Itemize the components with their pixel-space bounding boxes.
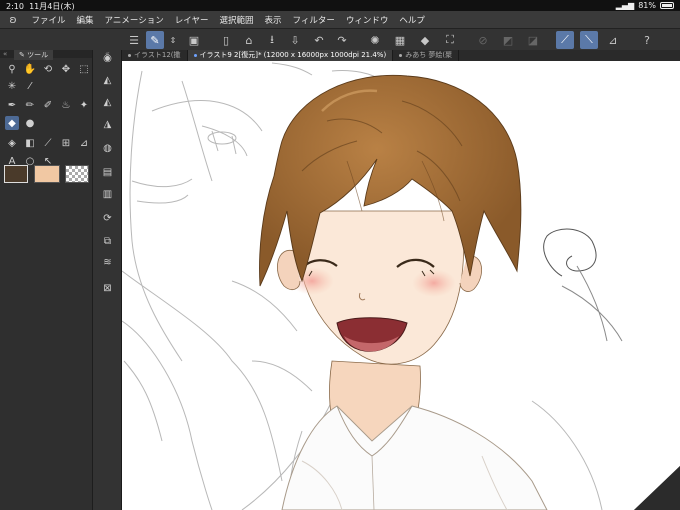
figure-icon[interactable]: ⟋ — [41, 136, 55, 150]
tool-palette: « ✎ ツール ⚲ ✋ ⟲ ✥ ⬚ ✳ ⁄ ✒ ✏ ✐ ♨ ✦ ◆ ● ◈ ◧ … — [0, 50, 93, 510]
pen-icon[interactable]: ✒ — [5, 98, 19, 112]
menu-selection[interactable]: 選択範囲 — [214, 14, 259, 26]
fill-layer-icon[interactable]: ◭ — [99, 94, 116, 110]
doc-tab-label: イラスト9 2[復元]* (12000 x 16000px 1000dpi 21… — [199, 51, 387, 59]
menu-layer[interactable]: レイヤー — [169, 14, 214, 26]
sub-color-swatch[interactable] — [34, 165, 60, 183]
bucket-icon[interactable]: ◭ — [99, 72, 116, 88]
menu-animation[interactable]: アニメーション — [99, 14, 169, 26]
clear-layer-icon[interactable]: ◮ — [99, 116, 116, 132]
fill-tool-icon[interactable]: ◈ — [5, 136, 19, 150]
decoration-icon[interactable]: ✦ — [77, 98, 91, 112]
help-icon[interactable]: ? — [638, 31, 656, 49]
navigator-icon[interactable]: ◉ — [99, 50, 116, 66]
blend-icon[interactable]: ● — [23, 116, 37, 130]
new-file-icon[interactable]: ▯ — [217, 31, 235, 49]
redo-icon[interactable]: ↷ — [333, 31, 351, 49]
refresh-icon[interactable]: ⟳ — [99, 210, 116, 226]
layers-icon[interactable]: ≋ — [99, 254, 116, 270]
eyedropper-icon[interactable]: ⁄ — [23, 79, 37, 93]
menu-view[interactable]: 表示 — [259, 14, 287, 26]
doc-tab-3[interactable]: みあち 夢絵(聚 — [393, 50, 460, 61]
subview-icon[interactable]: ▤ — [99, 164, 116, 180]
menu-window[interactable]: ウィンドウ — [340, 14, 394, 26]
doc-tab-2[interactable]: イラスト9 2[復元]* (12000 x 16000px 1000dpi 21… — [187, 50, 394, 61]
status-right: ▂▄▆ 81% — [616, 1, 674, 10]
menu-help[interactable]: ヘルプ — [394, 14, 431, 26]
grid-snap-icon[interactable]: ⊿ — [604, 31, 622, 49]
hand-icon[interactable]: ✋ — [23, 62, 37, 76]
undo-icon[interactable]: ↶ — [310, 31, 328, 49]
invert-selection-icon[interactable]: ◩ — [499, 31, 517, 49]
select-rect-icon[interactable]: ⬚ — [77, 62, 91, 76]
wifi-icon: ▂▄▆ — [615, 1, 635, 10]
color-set-icon[interactable]: ◍ — [99, 140, 116, 156]
status-bar: 2:10 11月4日(木) ▂▄▆ 81% — [0, 0, 680, 11]
close-panel-icon[interactable]: ⊠ — [99, 280, 116, 296]
transform-icon[interactable]: ⛶ — [441, 31, 459, 49]
move-icon[interactable]: ✥ — [59, 62, 73, 76]
main-color-swatch[interactable] — [4, 165, 28, 183]
fill-icon[interactable]: ◆ — [416, 31, 434, 49]
drawing-canvas[interactable] — [122, 61, 680, 510]
menu-edit[interactable]: 編集 — [71, 14, 99, 26]
status-date: 11月4日(木) — [29, 2, 75, 11]
palette-tab[interactable]: ✎ ツール — [14, 50, 54, 60]
gradient-icon[interactable]: ◧ — [23, 136, 37, 150]
clear-icon[interactable]: ✺ — [366, 31, 384, 49]
menu-filter[interactable]: フィルター — [287, 14, 340, 26]
deselect-icon[interactable]: ⊘ — [474, 31, 492, 49]
palette-tab-label: ツール — [27, 51, 49, 59]
command-column: « ◉ ◭ ◭ ◮ ◍ ▤ ▥ ⟳ ⧉ ≋ ⊠ — [93, 49, 122, 510]
menu-bar: ʚ ファイル 編集 アニメーション レイヤー 選択範囲 表示 フィルター ウィン… — [0, 11, 680, 28]
clear-outside-icon[interactable]: ▦ — [391, 31, 409, 49]
transparent-color-swatch[interactable] — [65, 165, 89, 183]
document-tabs: イラスト12(撒 イラスト9 2[復元]* (12000 x 16000px 1… — [122, 50, 680, 61]
eraser-icon[interactable]: ◆ — [5, 116, 19, 130]
battery-icon — [660, 2, 674, 9]
selection-layer-icon[interactable]: ◪ — [524, 31, 542, 49]
gallery-icon[interactable]: ▣ — [185, 31, 203, 49]
illustration-artwork — [122, 61, 680, 510]
frame-icon[interactable]: ⊞ — [59, 136, 73, 150]
airbrush-icon[interactable]: ♨ — [59, 98, 73, 112]
expand-toggle-icon[interactable]: ⇕ — [168, 31, 178, 49]
layers-stack-icon[interactable]: ⧉ — [99, 233, 116, 249]
edit-mode-icon[interactable]: ✎ — [146, 31, 164, 49]
hamburger-menu-icon[interactable]: ☰ — [125, 31, 143, 49]
brush-icon[interactable]: ✐ — [41, 98, 55, 112]
export-icon[interactable]: ⇩ — [286, 31, 304, 49]
status-time: 2:10 — [6, 2, 24, 11]
save-icon[interactable]: ⭳ — [263, 31, 281, 49]
menu-file[interactable]: ファイル — [26, 14, 71, 26]
doc-tab-label: みあち 夢絵(聚 — [405, 51, 453, 59]
zoom-icon[interactable]: ⚲ — [5, 62, 19, 76]
ruler-snap-icon[interactable]: ⟋ — [556, 31, 574, 49]
pencil-icon[interactable]: ✏ — [23, 98, 37, 112]
magic-wand-icon[interactable]: ✳ — [5, 79, 19, 93]
ruler-icon[interactable]: ⊿ — [77, 136, 91, 150]
special-ruler-snap-icon[interactable]: ⟍ — [580, 31, 598, 49]
layer-property-icon[interactable]: ▥ — [99, 186, 116, 202]
open-file-icon[interactable]: ⌂ — [240, 31, 258, 49]
rotate-icon[interactable]: ⟲ — [41, 62, 55, 76]
doc-tab-label: イラスト12(撒 — [134, 51, 181, 59]
doc-tab-1[interactable]: イラスト12(撒 — [122, 50, 188, 61]
app-logo-icon[interactable]: ʚ — [0, 13, 26, 26]
battery-percent: 81% — [638, 1, 656, 10]
